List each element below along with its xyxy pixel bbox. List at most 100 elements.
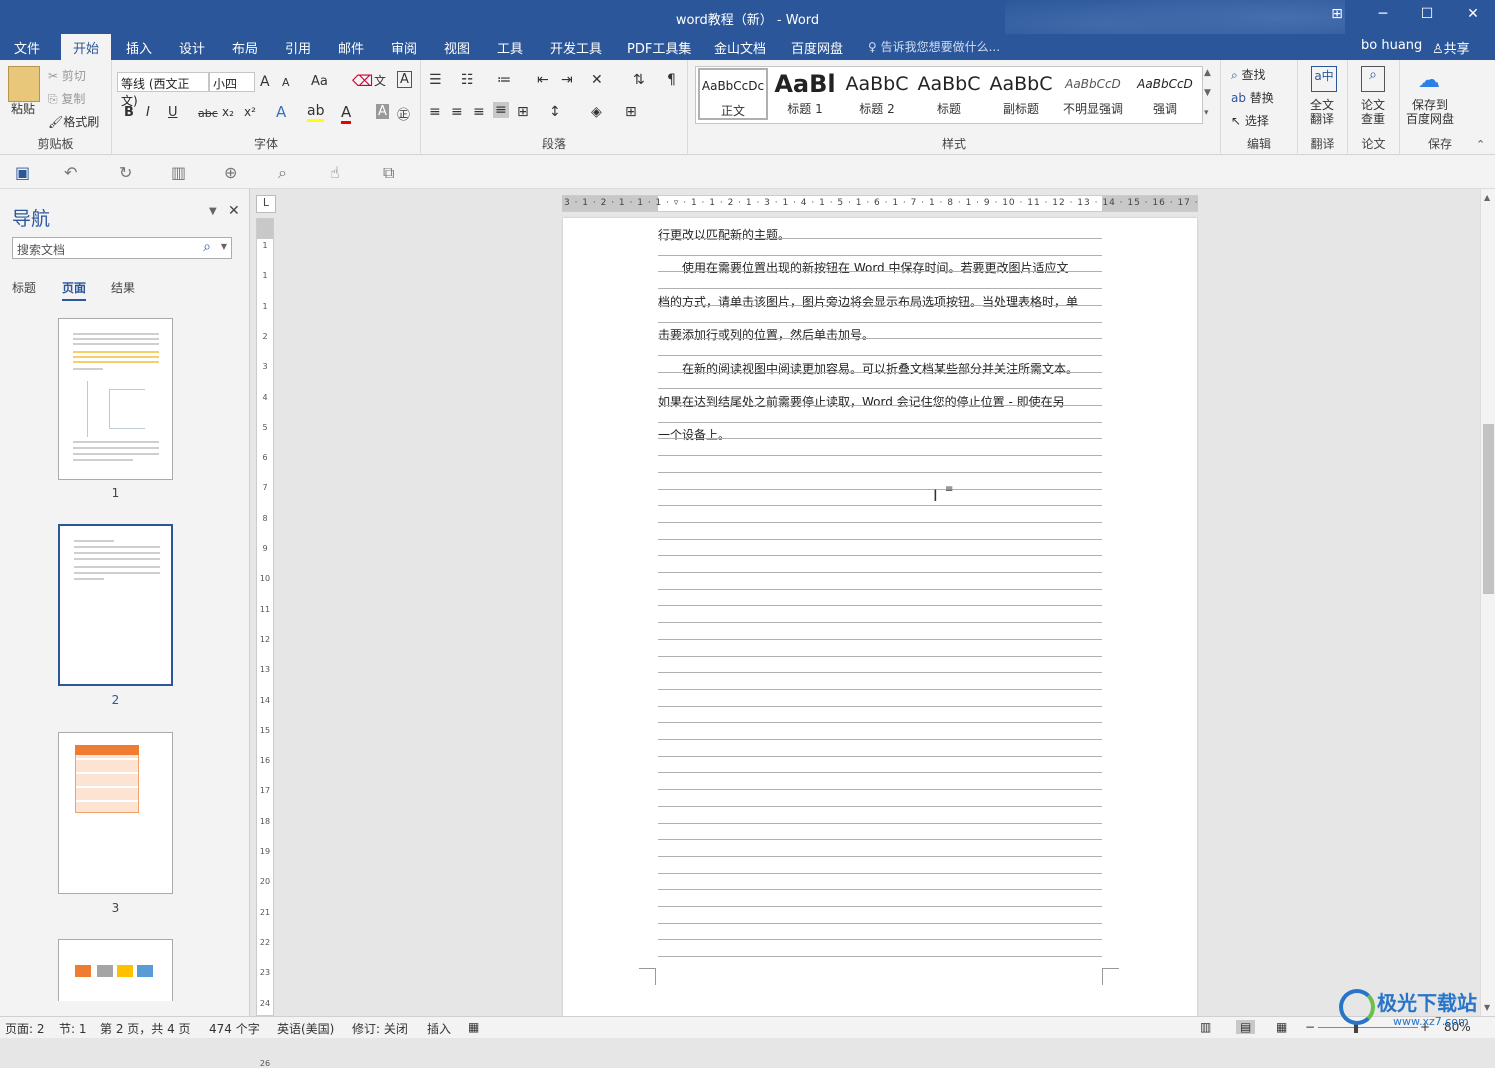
styles-scroll-down-icon[interactable]: ▼	[1204, 88, 1211, 98]
read-mode-icon[interactable]: ▥	[171, 163, 186, 182]
strikethrough-icon[interactable]: abc	[198, 107, 218, 120]
scrollbar-thumb[interactable]	[1483, 424, 1494, 594]
save-to-baidu-button[interactable]: 保存到 百度网盘	[1406, 98, 1454, 126]
sort-icon[interactable]: ⇅	[633, 72, 645, 88]
status-language[interactable]: 英语(美国)	[277, 1020, 334, 1037]
read-mode-view-icon[interactable]: ▥	[1200, 1020, 1211, 1034]
status-page[interactable]: 页面: 2	[5, 1020, 45, 1037]
style-heading1[interactable]: AaBl 标题 1	[770, 68, 840, 120]
nav-options-icon[interactable]: ▼	[209, 206, 217, 217]
full-translate-button[interactable]: 全文 翻译	[1310, 98, 1334, 126]
page-thumbnail-2[interactable]	[58, 524, 173, 686]
paste-button[interactable]: 粘贴	[11, 100, 35, 117]
superscript-icon[interactable]: x²	[244, 105, 256, 119]
tab-pdf-tools[interactable]: PDF工具集	[627, 38, 691, 57]
font-name-select[interactable]: 等线 (西文正文)	[117, 72, 209, 108]
zoom-out-icon[interactable]: −	[1305, 1020, 1315, 1034]
text-effects-icon[interactable]: A	[276, 103, 286, 121]
phonetic-guide-icon[interactable]: 文	[374, 72, 386, 89]
tab-view[interactable]: 视图	[444, 38, 470, 57]
numbering-icon[interactable]: ☷	[461, 72, 474, 88]
ribbon-display-options-icon[interactable]: ⊞	[1314, 6, 1360, 22]
distributed-icon[interactable]: ⊞	[517, 104, 529, 120]
tab-tools[interactable]: 工具	[497, 38, 523, 57]
customize-icon[interactable]: ⧉	[383, 163, 394, 183]
align-left-icon[interactable]: ≡	[429, 104, 441, 120]
page-thumbnail-1[interactable]	[58, 318, 173, 480]
tab-review[interactable]: 审阅	[391, 38, 417, 57]
enclose-characters-icon[interactable]: ㊣	[397, 104, 410, 123]
search-dropdown-icon[interactable]: ▼	[221, 242, 227, 251]
nav-tab-results[interactable]: 结果	[111, 279, 135, 296]
tab-file[interactable]: 文件	[14, 38, 40, 57]
touch-mode-icon[interactable]: ☝	[330, 163, 340, 182]
minimize-button[interactable]: ─	[1360, 6, 1406, 22]
increase-indent-icon[interactable]: ⇥	[561, 72, 573, 88]
document-line[interactable]: 使用在需要位置出现的新按钮在 Word 中保存时间。若要更改图片适应文	[658, 259, 1102, 276]
status-track-changes[interactable]: 修订: 关闭	[352, 1020, 408, 1037]
vertical-ruler[interactable]: 1 1 1 2 3 4 5 6 7 8 9 10 11 12 13 14 15 16 17 18 19 20 21 22 23 2…	[256, 218, 274, 1068]
tab-selector[interactable]: L	[256, 195, 276, 213]
style-title[interactable]: AaBbC 标题	[914, 68, 984, 120]
tab-design[interactable]: 设计	[179, 38, 205, 57]
status-page-count[interactable]: 第 2 页，共 4 页	[100, 1020, 191, 1037]
cut-button[interactable]: ✂ 剪切	[48, 67, 86, 84]
paper-check-button[interactable]: 论文 查重	[1361, 98, 1385, 126]
bold-icon[interactable]: B	[124, 105, 134, 120]
page-thumbnail-3[interactable]	[58, 732, 173, 894]
tab-kingsoft-docs[interactable]: 金山文档	[714, 38, 766, 57]
character-border-icon[interactable]: A	[397, 71, 412, 88]
decrease-indent-icon[interactable]: ⇤	[537, 72, 549, 88]
select-button[interactable]: ↖ 选择	[1231, 112, 1269, 129]
print-preview-icon[interactable]: ⌕	[278, 163, 287, 183]
multilevel-list-icon[interactable]: ≔	[497, 72, 511, 88]
search-icon[interactable]: ⌕	[203, 239, 211, 255]
tab-references[interactable]: 引用	[285, 38, 311, 57]
web-icon[interactable]: ⊕	[224, 163, 237, 182]
redo-icon[interactable]: ↻	[119, 163, 132, 182]
maximize-button[interactable]: ☐	[1404, 6, 1450, 22]
chinese-layout-icon[interactable]: ✕	[591, 72, 603, 88]
italic-icon[interactable]: I	[146, 105, 150, 120]
page-thumbnail-4[interactable]	[58, 939, 173, 1001]
shading-icon[interactable]: ◈	[591, 104, 602, 120]
status-section[interactable]: 节: 1	[59, 1020, 87, 1037]
change-case-button[interactable]: Aa	[311, 74, 328, 89]
vertical-scrollbar[interactable]: ▲ ▼	[1480, 189, 1495, 1016]
highlight-icon[interactable]: ab	[307, 103, 325, 122]
document-page[interactable]: 行更改以匹配新的主题。 使用在需要位置出现的新按钮在 Word 中保存时间。若要…	[563, 218, 1197, 1018]
web-layout-view-icon[interactable]: ▦	[1276, 1020, 1287, 1034]
style-emphasis[interactable]: AaBbCcD 强调	[1130, 68, 1200, 120]
copy-button[interactable]: ⎘ 复制	[48, 90, 85, 107]
style-heading2[interactable]: AaBbC 标题 2	[842, 68, 912, 120]
tab-insert[interactable]: 插入	[126, 38, 152, 57]
font-color-icon[interactable]: A	[341, 103, 352, 124]
tab-layout[interactable]: 布局	[232, 38, 258, 57]
nav-tab-headings[interactable]: 标题	[12, 279, 36, 296]
user-name[interactable]: bo huang	[1361, 38, 1422, 53]
justify-icon[interactable]: ≡	[493, 102, 509, 118]
find-button[interactable]: ⌕ 查找	[1231, 66, 1266, 83]
scroll-up-icon[interactable]: ▲	[1484, 193, 1490, 202]
collapse-ribbon-icon[interactable]: ⌃	[1476, 138, 1485, 151]
grow-font-icon[interactable]: A	[260, 74, 270, 90]
align-center-icon[interactable]: ≡	[451, 104, 463, 120]
tab-baidu-netdisk[interactable]: 百度网盘	[791, 38, 843, 57]
save-icon[interactable]: ▣	[15, 163, 30, 182]
document-line[interactable]: 如果在达到结尾处之前需要停止读取，Word 会记住您的停止位置 - 即使在另	[658, 393, 1102, 410]
tab-home[interactable]: 开始	[61, 34, 112, 60]
share-button[interactable]: ♙共享	[1432, 38, 1470, 57]
bullets-icon[interactable]: ☰	[429, 72, 442, 88]
baidu-cloud-icon[interactable]: ☁	[1418, 68, 1440, 93]
close-button[interactable]: ✕	[1450, 6, 1495, 22]
document-line[interactable]: 档的方式，请单击该图片，图片旁边将会显示布局选项按钮。当处理表格时，单	[658, 293, 1102, 310]
replace-button[interactable]: ab 替换	[1231, 89, 1274, 106]
document-line[interactable]: 击要添加行或列的位置，然后单击加号。	[658, 326, 1102, 343]
format-painter-button[interactable]: 🖌格式刷	[48, 113, 99, 130]
macro-record-icon[interactable]: ▦	[468, 1020, 479, 1034]
tab-developer[interactable]: 开发工具	[550, 38, 602, 57]
undo-icon[interactable]: ↶	[64, 163, 77, 182]
clear-format-icon[interactable]: ⌫	[352, 72, 373, 90]
tell-me-box[interactable]: ♀ 告诉我您想要做什么...	[868, 38, 1000, 55]
status-insert-mode[interactable]: 插入	[427, 1020, 451, 1037]
